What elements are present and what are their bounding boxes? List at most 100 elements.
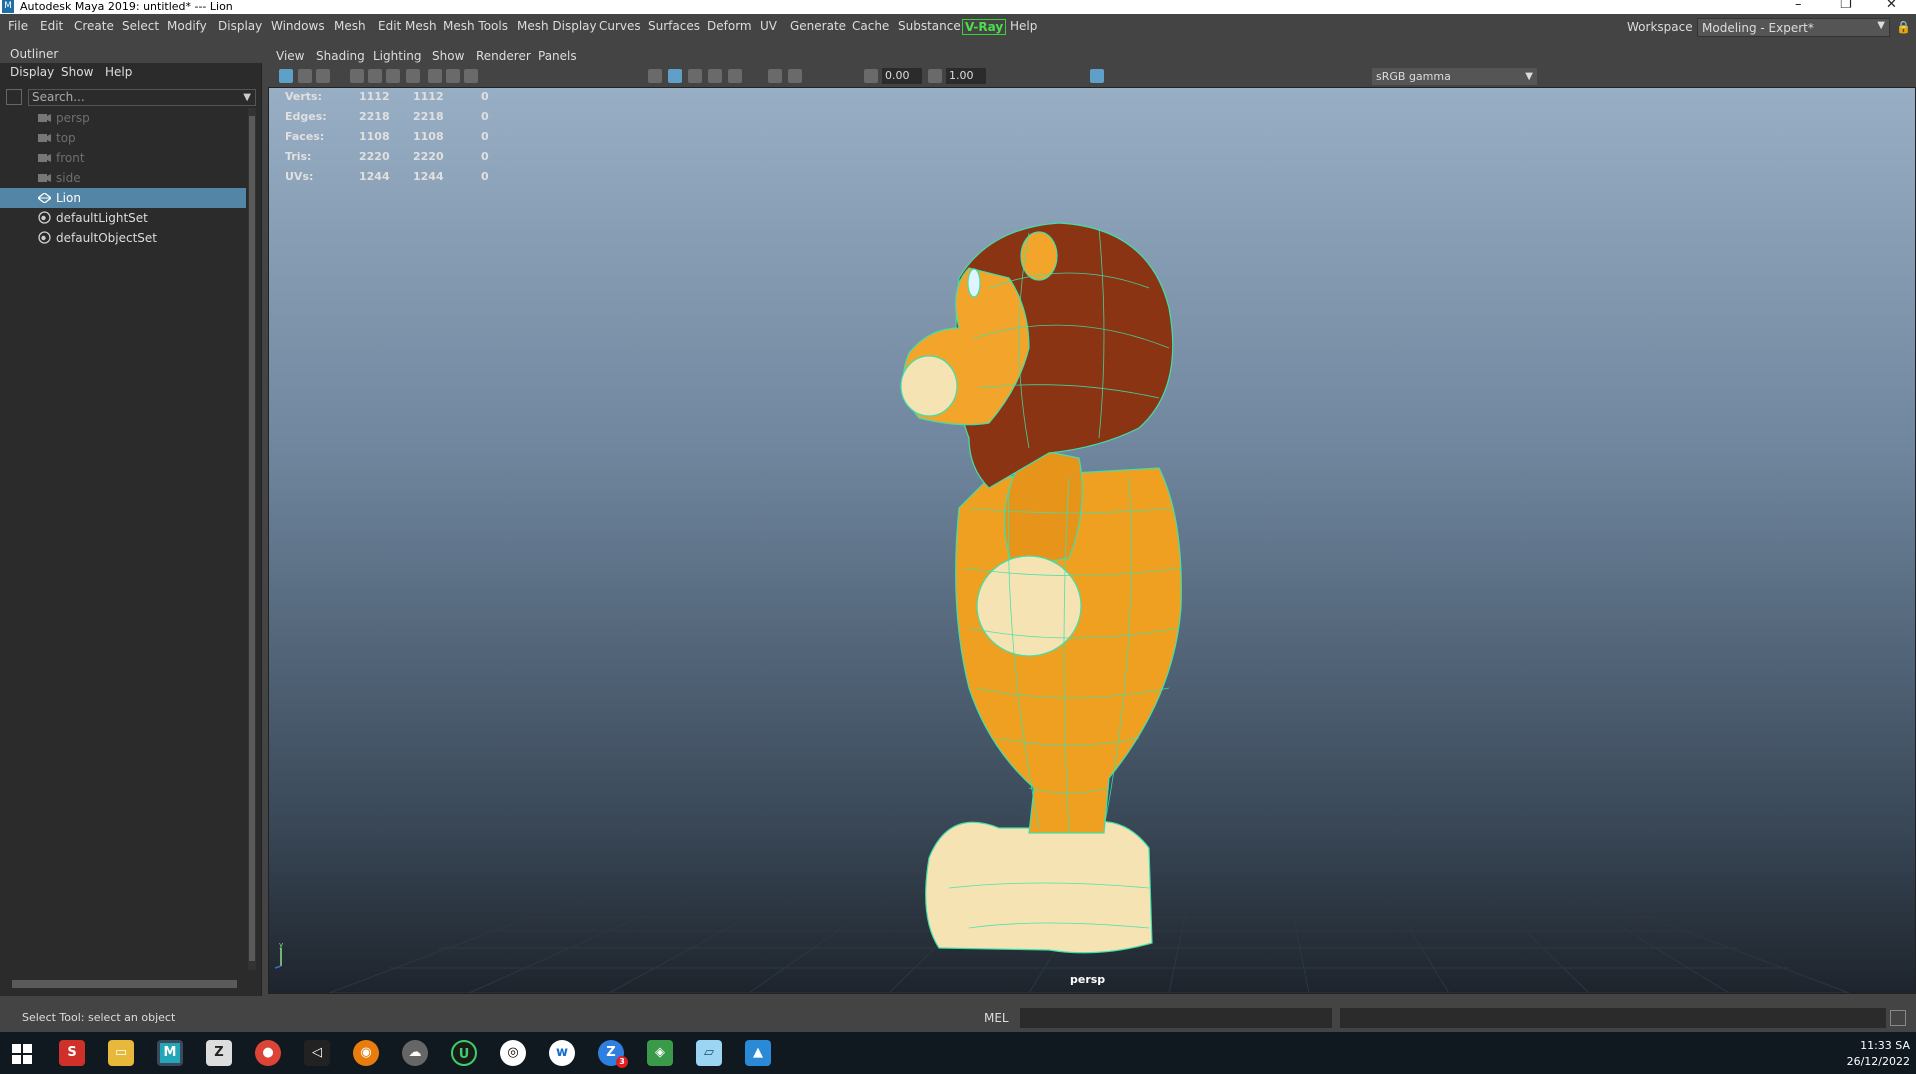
menu-windows[interactable]: Windows — [271, 19, 325, 33]
outliner-item-side[interactable]: side — [0, 168, 246, 188]
lights-icon[interactable] — [708, 69, 722, 83]
xray-icon[interactable] — [768, 69, 782, 83]
mel-label[interactable]: MEL — [984, 1011, 1009, 1025]
gamma-field[interactable]: 1.00 — [946, 68, 986, 84]
menu-create[interactable]: Create — [74, 19, 114, 33]
outliner-item-lion[interactable]: Lion — [0, 188, 246, 208]
menu-curves[interactable]: Curves — [599, 19, 641, 33]
panel-menu-lighting[interactable]: Lighting — [373, 49, 422, 63]
perspective-viewport[interactable]: Verts: 1112 1112 0 Edges: 2218 2218 0 Fa… — [268, 87, 1916, 994]
notification-badge: 3 — [616, 1056, 628, 1068]
close-icon[interactable]: ✕ — [1886, 0, 1897, 12]
notes-icon[interactable]: ▱ — [696, 1040, 722, 1066]
menu-surfaces[interactable]: Surfaces — [648, 19, 700, 33]
menu-modify[interactable]: Modify — [167, 19, 207, 33]
color-space-select[interactable]: sRGB gamma ▼ — [1372, 68, 1537, 85]
panel-menu-view[interactable]: View — [276, 49, 304, 63]
exposure-icon[interactable] — [864, 69, 878, 83]
menu-substance[interactable]: Substance — [898, 19, 961, 33]
film-gate-icon[interactable] — [446, 69, 460, 83]
menu-mesh[interactable]: Mesh — [334, 19, 366, 33]
outliner-menu-help[interactable]: Help — [105, 65, 132, 83]
camera-attributes-icon[interactable] — [298, 69, 312, 83]
isolate-select-icon[interactable] — [788, 69, 802, 83]
menu-help[interactable]: Help — [1010, 19, 1037, 33]
outliner-menu-show[interactable]: Show — [61, 65, 93, 83]
poly-count-hud: Verts: 1112 1112 0 Edges: 2218 2218 0 Fa… — [285, 90, 545, 190]
file-explorer-icon[interactable]: ▭ — [108, 1040, 134, 1066]
outliner-item-top[interactable]: top — [0, 128, 246, 148]
outliner-vertical-scrollbar[interactable] — [248, 108, 256, 970]
menu-select[interactable]: Select — [122, 19, 159, 33]
outliner-horizontal-scrollbar[interactable] — [12, 980, 237, 988]
upwork-icon[interactable]: U — [451, 1040, 477, 1066]
chrome-icon[interactable]: ● — [255, 1040, 281, 1066]
outliner-item-label: front — [56, 151, 85, 165]
panel-menu-shading[interactable]: Shading — [316, 49, 365, 63]
gamma-icon[interactable] — [928, 69, 942, 83]
outliner-item-defaultobjectset[interactable]: defaultObjectSet — [0, 228, 246, 248]
grid-toggle-icon[interactable] — [428, 69, 442, 83]
menu-display[interactable]: Display — [218, 19, 262, 33]
menu-file[interactable]: File — [8, 19, 28, 33]
outliner-item-label: persp — [56, 111, 90, 125]
restore-icon[interactable]: ❐ — [1840, 0, 1852, 12]
cloud-icon[interactable]: ☁ — [402, 1040, 428, 1066]
menu-edit-mesh[interactable]: Edit Mesh — [378, 19, 437, 33]
github-icon[interactable]: ◎ — [500, 1040, 526, 1066]
image-plane-icon[interactable] — [350, 69, 364, 83]
minimize-icon[interactable]: – — [1795, 0, 1802, 12]
panel-menu-panels[interactable]: Panels — [538, 49, 577, 63]
zalo-icon[interactable]: Z3 — [598, 1040, 628, 1068]
grease-pencil-icon[interactable] — [386, 69, 400, 83]
menu-cache[interactable]: Cache — [852, 19, 889, 33]
sketchup-icon[interactable]: S — [59, 1040, 85, 1066]
command-input[interactable] — [1020, 1008, 1332, 1028]
windows-start-icon[interactable] — [12, 1044, 32, 1064]
blender-icon[interactable]: ◉ — [353, 1040, 379, 1066]
outliner-search-input[interactable]: Search... ▼ — [28, 89, 256, 106]
uw-icon[interactable]: w — [549, 1040, 575, 1066]
outliner-item-front[interactable]: front — [0, 148, 246, 168]
outliner-menu-display[interactable]: Display — [10, 65, 54, 83]
script-editor-icon[interactable] — [1890, 1010, 1906, 1026]
lock-icon[interactable]: 🔒 — [1896, 20, 1911, 34]
bookmark-icon[interactable] — [316, 69, 330, 83]
hud-label: Faces: — [285, 130, 325, 143]
select-camera-icon[interactable] — [279, 69, 293, 83]
color-management-icon[interactable] — [1090, 69, 1104, 83]
filter-icon[interactable] — [6, 89, 22, 105]
unity-icon[interactable]: ◁ — [304, 1040, 330, 1066]
panel-menu-renderer[interactable]: Renderer — [476, 49, 531, 63]
menu-generate[interactable]: Generate — [790, 19, 846, 33]
textured-icon[interactable] — [688, 69, 702, 83]
hud-value: 1244 — [413, 170, 444, 183]
smooth-shade-icon[interactable] — [648, 69, 662, 83]
menu-mesh-display[interactable]: Mesh Display — [517, 19, 597, 33]
menu-uv[interactable]: UV — [760, 19, 777, 33]
panel-menu-show[interactable]: Show — [432, 49, 464, 63]
viewport-toolbar: 0.00 1.00 sRGB gamma ▼ — [268, 66, 1916, 86]
scrollbar-thumb[interactable] — [249, 116, 255, 961]
exposure-field[interactable]: 0.00 — [882, 68, 922, 84]
chevron-down-icon: ▼ — [1877, 20, 1885, 31]
maya-icon[interactable]: M — [157, 1040, 183, 1066]
menu-edit[interactable]: Edit — [40, 19, 63, 33]
menu-deform[interactable]: Deform — [707, 19, 752, 33]
shadows-icon[interactable] — [728, 69, 742, 83]
hud-value: 2220 — [413, 150, 444, 163]
zbrush-icon[interactable]: Z — [206, 1040, 232, 1066]
menu-mesh-tools[interactable]: Mesh Tools — [443, 19, 508, 33]
outliner-item-defaultlightset[interactable]: defaultLightSet — [0, 208, 246, 228]
snapshot-icon[interactable] — [406, 69, 420, 83]
camera-name-label: persp — [1070, 973, 1106, 986]
2d-pan-zoom-icon[interactable] — [368, 69, 382, 83]
outliner-item-persp[interactable]: persp — [0, 108, 246, 128]
resolution-gate-icon[interactable] — [464, 69, 478, 83]
wireframe-on-shaded-icon[interactable] — [668, 69, 682, 83]
maps-icon[interactable]: ◈ — [647, 1040, 673, 1066]
workspace-select[interactable]: Modeling - Expert* ▼ — [1697, 18, 1890, 37]
photos-icon[interactable]: ▲ — [745, 1040, 771, 1066]
menu-vray[interactable]: V-Ray — [962, 19, 1007, 35]
system-clock[interactable]: 11:33 SA 26/12/2022 — [1840, 1038, 1910, 1070]
